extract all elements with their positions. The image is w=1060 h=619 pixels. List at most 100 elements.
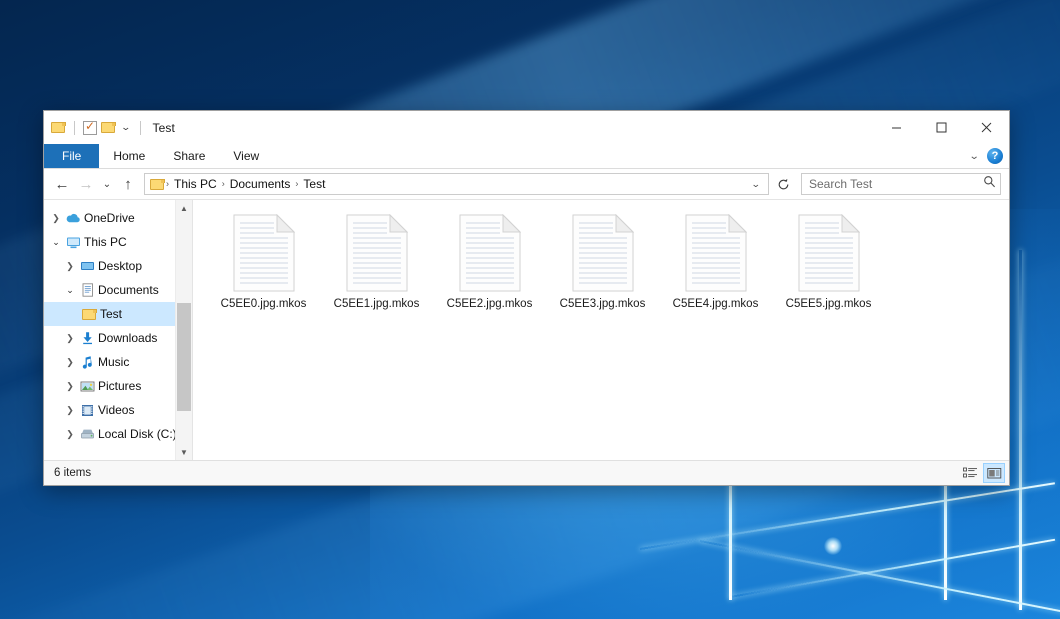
sidebar-item-label: OneDrive [84, 211, 135, 225]
recent-locations-chevron-down-icon[interactable]: ⌄ [98, 172, 116, 196]
breadcrumb-separator: › [221, 179, 226, 189]
scroll-up-chevron-up-icon[interactable]: ▲ [176, 200, 192, 216]
scroll-down-chevron-down-icon[interactable]: ▼ [176, 444, 192, 460]
chevron-right-icon[interactable]: ❯ [62, 405, 78, 416]
chevron-right-icon[interactable]: ❯ [62, 429, 78, 440]
file-explorer-window: ⌄ Test File Home Share View [43, 110, 1010, 486]
navigation-bar: ← → ⌄ ↑ › This PC › Documents › Test ⌄ [44, 169, 1009, 199]
file-grid: C5EE0.jpg.mkos [207, 214, 1009, 320]
sidebar-scrollbar[interactable]: ▲ ▼ [175, 200, 192, 460]
generic-document-icon [572, 214, 634, 292]
item-count-label: 6 items [54, 467, 91, 479]
generic-document-icon [233, 214, 295, 292]
details-view-icon[interactable] [959, 463, 981, 483]
monitor-icon [64, 236, 82, 249]
file-item[interactable]: C5EE0.jpg.mkos [207, 214, 320, 310]
pictures-icon [78, 380, 96, 393]
title-bar[interactable]: ⌄ Test [44, 111, 1009, 144]
search-icon[interactable] [983, 175, 996, 193]
large-icons-view-icon[interactable] [983, 463, 1005, 483]
sidebar-item-label: Local Disk (C:) [98, 427, 177, 441]
window-title: Test [153, 121, 175, 135]
search-box[interactable]: Search Test [801, 173, 1001, 195]
chevron-right-icon[interactable]: ❯ [62, 357, 78, 368]
tab-share[interactable]: Share [159, 144, 219, 168]
chevron-down-icon[interactable]: ⌄ [48, 237, 64, 248]
breadcrumb-separator: › [165, 179, 170, 189]
breadcrumb-this-pc[interactable]: This PC [170, 177, 221, 191]
generic-document-icon [798, 214, 860, 292]
sidebar-item-label: This PC [84, 235, 127, 249]
sidebar-item-local-disk-c[interactable]: ❯ Local Disk (C:) [44, 422, 192, 446]
sidebar-item-downloads[interactable]: ❯ Downloads [44, 326, 192, 350]
address-bar[interactable]: › This PC › Documents › Test ⌄ [144, 173, 769, 195]
refresh-icon[interactable] [771, 172, 795, 196]
sidebar-item-documents[interactable]: ⌄ Documents [44, 278, 192, 302]
chevron-right-icon[interactable]: ❯ [48, 213, 64, 224]
folder-icon[interactable] [51, 121, 66, 134]
sidebar-item-this-pc[interactable]: ⌄ This PC [44, 230, 192, 254]
sidebar-item-pictures[interactable]: ❯ Pictures [44, 374, 192, 398]
videos-film-icon [78, 404, 96, 417]
file-name-label: C5EE2.jpg.mkos [447, 298, 533, 310]
navigation-pane: ❯ OneDrive ⌄ [44, 200, 192, 460]
explorer-body: ❯ OneDrive ⌄ [44, 199, 1009, 460]
sidebar-item-desktop[interactable]: ❯ Desktop [44, 254, 192, 278]
breadcrumb-documents[interactable]: Documents [226, 177, 295, 191]
scrollbar-thumb[interactable] [177, 303, 191, 411]
chevron-down-icon[interactable]: ⌄ [118, 123, 134, 132]
sidebar-item-test[interactable]: Test [44, 302, 192, 326]
chevron-right-icon[interactable]: ❯ [62, 261, 78, 272]
downloads-arrow-icon [78, 331, 96, 345]
sidebar-item-label: Videos [98, 403, 134, 417]
file-item[interactable]: C5EE2.jpg.mkos [433, 214, 546, 310]
windows-logo-beam [700, 540, 1060, 619]
onedrive-cloud-icon [64, 212, 82, 224]
generic-document-icon [346, 214, 408, 292]
quick-access-toolbar: ⌄ [51, 121, 145, 135]
folder-icon [80, 308, 98, 321]
file-item[interactable]: C5EE4.jpg.mkos [659, 214, 772, 310]
up-arrow-up-icon[interactable]: ↑ [116, 172, 140, 196]
help-icon[interactable]: ? [987, 148, 1003, 164]
file-item[interactable]: C5EE5.jpg.mkos [772, 214, 885, 310]
toolbar-divider [140, 121, 141, 135]
sidebar-item-label: Pictures [98, 379, 141, 393]
properties-checkbox-icon[interactable] [83, 121, 97, 135]
generic-document-icon [685, 214, 747, 292]
sidebar-item-label: Desktop [98, 259, 142, 273]
file-name-label: C5EE1.jpg.mkos [334, 298, 420, 310]
toolbar-divider [74, 121, 75, 135]
file-item[interactable]: C5EE3.jpg.mkos [546, 214, 659, 310]
maximize-button[interactable] [919, 111, 964, 144]
tab-file[interactable]: File [44, 144, 99, 168]
forward-arrow-right-icon: → [74, 172, 98, 196]
tab-view[interactable]: View [219, 144, 273, 168]
sidebar-item-videos[interactable]: ❯ Videos [44, 398, 192, 422]
chevron-right-icon[interactable]: ❯ [62, 333, 78, 344]
close-button[interactable] [964, 111, 1009, 144]
new-folder-icon[interactable] [101, 121, 116, 134]
breadcrumb-test[interactable]: Test [299, 177, 329, 191]
sidebar-item-label: Documents [98, 283, 159, 297]
documents-icon [78, 283, 96, 297]
desktop-icon [78, 260, 96, 273]
address-chevron-down-icon[interactable]: ⌄ [744, 179, 769, 190]
music-note-icon [78, 355, 96, 369]
file-name-label: C5EE0.jpg.mkos [221, 298, 307, 310]
hard-drive-icon [78, 428, 96, 440]
sidebar-item-onedrive[interactable]: ❯ OneDrive [44, 206, 192, 230]
back-arrow-left-icon[interactable]: ← [50, 172, 74, 196]
expand-ribbon-chevron-down-icon[interactable]: ⌄ [968, 151, 979, 162]
chevron-right-icon[interactable]: ❯ [62, 381, 78, 392]
tab-home[interactable]: Home [99, 144, 159, 168]
sidebar-item-label: Music [98, 355, 129, 369]
minimize-button[interactable] [874, 111, 919, 144]
file-list-pane[interactable]: C5EE0.jpg.mkos [192, 200, 1009, 460]
breadcrumb-separator: › [294, 179, 299, 189]
chevron-down-icon[interactable]: ⌄ [62, 285, 78, 296]
sidebar-item-music[interactable]: ❯ Music [44, 350, 192, 374]
search-input[interactable]: Search Test [809, 177, 983, 191]
address-folder-icon [150, 178, 165, 191]
file-item[interactable]: C5EE1.jpg.mkos [320, 214, 433, 310]
